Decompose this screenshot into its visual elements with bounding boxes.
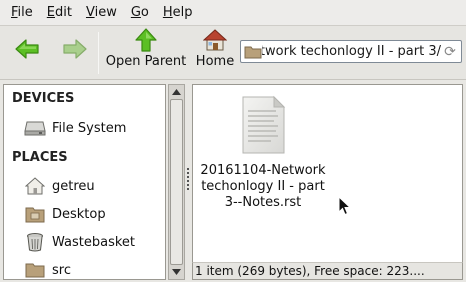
desktop-folder-icon bbox=[25, 207, 45, 223]
folder-icon bbox=[244, 46, 262, 58]
up-arrow-icon bbox=[135, 28, 157, 52]
toolbar: Open Parent Home 20161104-Network techon… bbox=[0, 26, 466, 80]
sidebar-item-desktop[interactable]: Desktop bbox=[24, 203, 106, 225]
home-button[interactable]: Home bbox=[192, 28, 238, 78]
menu-bar: File Edit View Go Help bbox=[0, 0, 466, 26]
places-header: PLACES bbox=[12, 150, 68, 165]
back-button[interactable] bbox=[14, 38, 40, 88]
side-pane: DEVICES File System PLACES getreu Deskto… bbox=[3, 84, 166, 280]
file-view[interactable]: 20161104-Network techonlogy II - part 3-… bbox=[192, 84, 463, 262]
home-icon bbox=[203, 29, 227, 51]
home-label: Home bbox=[195, 54, 235, 69]
pane-divider[interactable] bbox=[186, 84, 191, 280]
file-item[interactable]: 20161104-Network techonlogy II - part 3-… bbox=[200, 95, 326, 211]
sidebar-item-file-system[interactable]: File System bbox=[24, 117, 126, 139]
reload-icon[interactable]: ⟳ bbox=[441, 43, 459, 61]
sidebar-item-src[interactable]: src bbox=[24, 259, 71, 279]
menu-file[interactable]: File bbox=[4, 2, 40, 24]
menu-view[interactable]: View bbox=[79, 2, 124, 24]
menu-help[interactable]: Help bbox=[156, 2, 200, 24]
sidebar-item-wastebasket[interactable]: Wastebasket bbox=[24, 231, 135, 253]
scroll-down-arrow-icon[interactable] bbox=[171, 267, 182, 277]
scroll-up-arrow-icon[interactable] bbox=[171, 87, 182, 97]
folder-icon bbox=[25, 263, 45, 278]
menu-go[interactable]: Go bbox=[124, 2, 156, 24]
sidebar-item-label: Desktop bbox=[52, 206, 106, 222]
trash-icon bbox=[27, 233, 43, 252]
menu-edit[interactable]: Edit bbox=[40, 2, 79, 24]
devices-header: DEVICES bbox=[12, 91, 75, 106]
open-parent-button[interactable]: Open Parent bbox=[106, 28, 186, 78]
sidebar-scrollbar[interactable] bbox=[168, 84, 185, 280]
sidebar-item-label: src bbox=[52, 262, 71, 278]
scrollbar-thumb[interactable] bbox=[170, 99, 183, 265]
sidebar-item-label: Wastebasket bbox=[52, 234, 136, 250]
location-input[interactable]: 20161104-Network techonlogy II - part 3/ bbox=[262, 44, 441, 59]
hard-drive-icon bbox=[24, 121, 46, 136]
toolbar-separator bbox=[98, 32, 99, 74]
file-name-label: 20161104-Network techonlogy II - part 3-… bbox=[200, 163, 326, 210]
location-bar[interactable]: 20161104-Network techonlogy II - part 3/… bbox=[240, 40, 462, 63]
sidebar-item-label: File System bbox=[52, 120, 127, 136]
back-arrow-icon bbox=[15, 39, 39, 59]
open-parent-label: Open Parent bbox=[105, 54, 187, 69]
home-folder-icon bbox=[25, 177, 45, 195]
forward-arrow-icon bbox=[63, 39, 87, 59]
sidebar-item-label: getreu bbox=[52, 178, 95, 194]
status-bar: 1 item (269 bytes), Free space: 223.... bbox=[192, 262, 463, 280]
sidebar-item-getreu[interactable]: getreu bbox=[24, 175, 95, 197]
forward-button[interactable] bbox=[62, 38, 88, 88]
mouse-pointer-icon bbox=[338, 196, 352, 216]
text-document-icon bbox=[242, 95, 286, 154]
